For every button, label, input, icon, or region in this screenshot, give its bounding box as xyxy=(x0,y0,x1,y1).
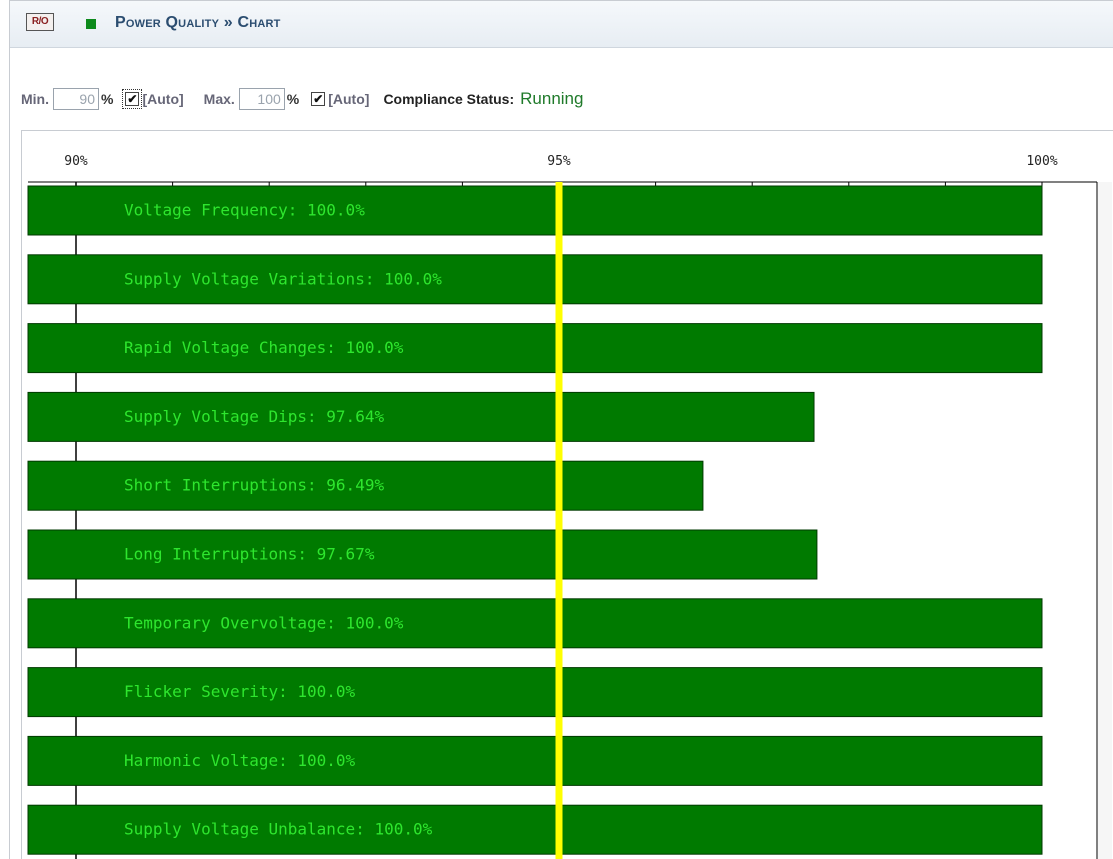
read-only-badge: R/O xyxy=(26,13,54,31)
x-tick-label: 95% xyxy=(547,154,571,169)
x-tick-label: 90% xyxy=(64,154,88,169)
page-header: R/O Power Quality » Chart xyxy=(10,1,1113,48)
bar-label: Supply Voltage Unbalance: 100.0% xyxy=(124,820,433,839)
bar-label: Supply Voltage Dips: 97.64% xyxy=(124,407,384,426)
bar-label: Rapid Voltage Changes: 100.0% xyxy=(124,338,404,357)
bar-label: Harmonic Voltage: 100.0% xyxy=(124,751,356,770)
check-mark-icon: ✔ xyxy=(313,92,324,106)
compliance-bar-chart: 90% 95% 100% Voltage Frequency: 100.0% Suppl… xyxy=(27,154,1112,859)
compliance-status-label: Compliance Status: xyxy=(383,91,515,107)
bar-label: Short Interruptions: 96.49% xyxy=(124,476,384,495)
bar-label: Voltage Frequency: 100.0% xyxy=(124,201,365,220)
threshold-line xyxy=(555,182,563,859)
min-label: Min. xyxy=(21,91,49,107)
max-auto-checkbox[interactable]: ✔ xyxy=(311,92,326,106)
bar-label: Supply Voltage Variations: 100.0% xyxy=(124,269,442,288)
bar-label: Flicker Severity: 100.0% xyxy=(124,682,356,701)
min-input[interactable] xyxy=(53,88,99,110)
chart-controls: Min. % ✔ [Auto] Max. % ✔ [Auto] Complian… xyxy=(21,86,583,112)
max-unit: % xyxy=(286,91,300,107)
max-label: Max. xyxy=(203,91,235,107)
max-auto-label: [Auto] xyxy=(328,91,370,107)
bar-label: Temporary Overvoltage: 100.0% xyxy=(124,613,404,632)
chart-panel: 90% 95% 100% Voltage Frequency: 100.0% Suppl… xyxy=(21,130,1113,859)
max-input[interactable] xyxy=(238,88,285,110)
plot-right-margin xyxy=(1098,182,1112,859)
min-auto-label: [Auto] xyxy=(142,91,184,107)
status-square-icon xyxy=(86,19,96,29)
bar-label: Long Interruptions: 97.67% xyxy=(124,545,375,564)
compliance-status-value: Running xyxy=(520,89,584,108)
min-unit: % xyxy=(101,91,114,107)
x-tick-label: 100% xyxy=(1026,154,1057,169)
check-mark-icon: ✔ xyxy=(127,92,138,106)
page-title: Power Quality » Chart xyxy=(115,14,281,31)
min-auto-checkbox[interactable]: ✔ xyxy=(122,89,143,109)
